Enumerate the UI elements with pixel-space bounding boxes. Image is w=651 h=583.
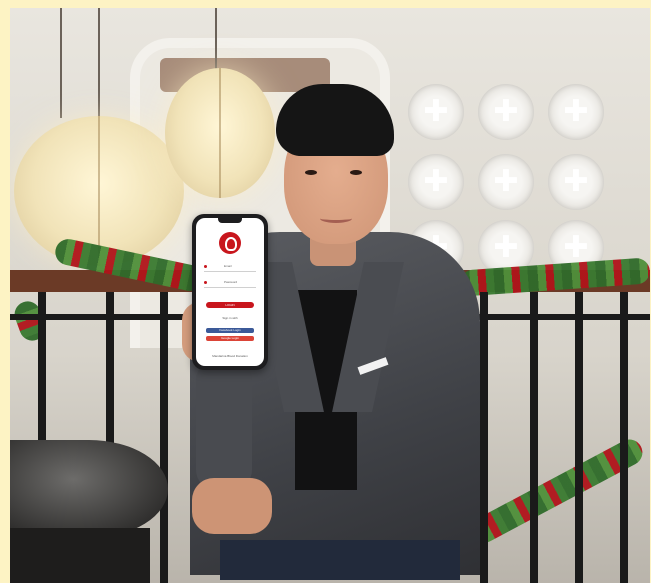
drop-logo-icon [219,232,241,254]
marble-table [10,440,168,538]
lantern-cord [98,8,100,118]
login-button[interactable]: LOGIN [206,302,254,308]
phone-notch [218,218,242,223]
eye [305,170,317,175]
smartphone: Email Password LOGIN Sign in with Facebo… [192,214,268,370]
sign-in-with-label: Sign in with [222,316,238,320]
wall-rosette-icon: ✚ [548,154,604,210]
railing-bar [480,292,488,583]
password-placeholder: Password [224,280,238,284]
email-field[interactable]: Email [204,262,256,272]
arm [196,360,252,490]
wall-rosette-icon: ✚ [478,154,534,210]
lantern-cord [215,8,217,70]
lantern-cord [60,8,62,118]
wall-rosette-icon: ✚ [548,84,604,140]
table-base [10,528,150,583]
wall-rosette-icon: ✚ [478,84,534,140]
paper-lantern [14,116,184,266]
password-field[interactable]: Password [204,278,256,288]
railing-bar [575,292,583,583]
railing-bar [620,292,628,583]
wall-rosette-icon: ✚ [408,154,464,210]
wall-rosette-icon: ✚ [408,84,464,140]
smile [320,214,352,223]
railing-bar [160,292,168,583]
phone-screen: Email Password LOGIN Sign in with Facebo… [196,218,264,366]
paper-lantern [165,68,275,198]
user-icon [204,265,207,268]
app-footer-text: Mandarina Blood Donation [212,354,248,358]
eye [350,170,362,175]
google-login-button[interactable]: Google Login [206,336,254,341]
facebook-login-button[interactable]: Facebook Login [206,328,254,333]
lock-icon [204,281,207,284]
railing-bar [530,292,538,583]
jeans [220,540,460,580]
email-placeholder: Email [224,264,232,268]
resting-fist [192,478,272,534]
